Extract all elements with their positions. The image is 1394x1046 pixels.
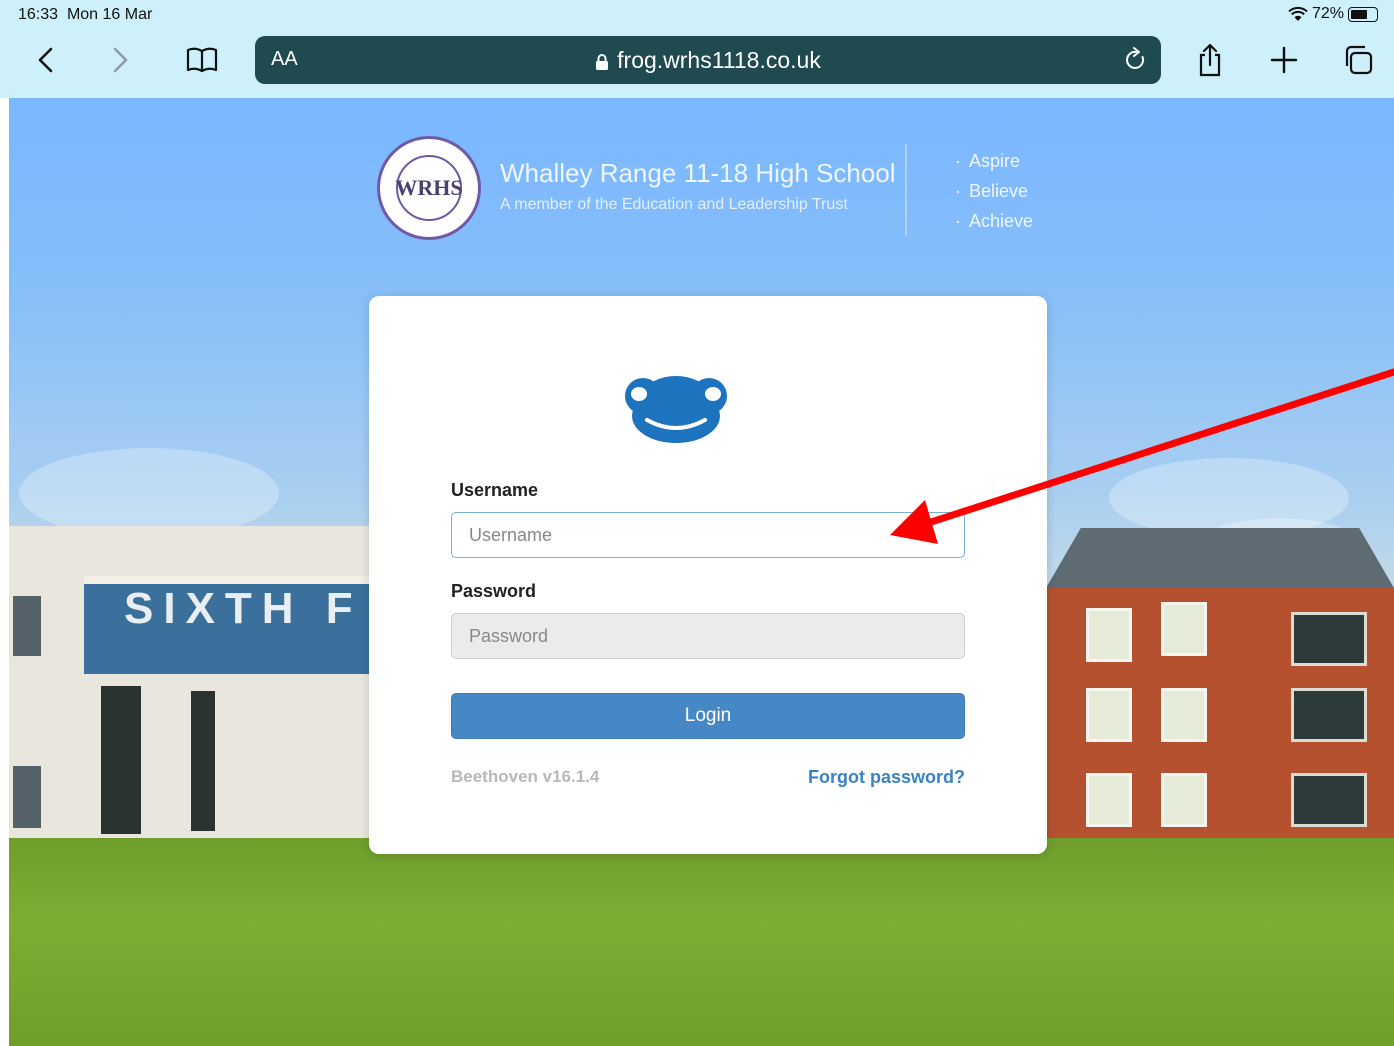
login-card: Username Password Login Beethoven v16.1.… [369, 296, 1047, 854]
browser-toolbar: AA frog.wrhs1118.co.uk [0, 30, 1394, 98]
crest-monogram: WRHS [395, 155, 463, 221]
web-page: SIXTH F WRHS Whalley Range 11-18 High Sc… [9, 98, 1394, 1046]
status-time: 16:33 Mon 16 Mar [18, 6, 152, 24]
status-indicators: 72% [1288, 5, 1378, 23]
url-field[interactable]: frog.wrhs1118.co.uk [255, 47, 1161, 74]
lock-icon [596, 53, 609, 70]
wifi-icon [1288, 6, 1308, 21]
back-icon[interactable] [26, 40, 66, 80]
share-icon[interactable] [1190, 40, 1230, 80]
time: 16:33 [18, 6, 59, 23]
school-header: WRHS Whalley Range 11-18 High School A m… [375, 136, 1065, 246]
background-cloud [19, 448, 279, 538]
password-input[interactable] [451, 613, 965, 659]
bookmarks-icon[interactable] [182, 40, 222, 80]
status-bar: 16:33 Mon 16 Mar 72% [0, 0, 1394, 30]
reload-icon[interactable] [1123, 45, 1149, 75]
username-input[interactable] [451, 512, 965, 558]
password-label: Password [451, 581, 537, 601]
motto-item: Believe [955, 176, 1033, 206]
header-divider [905, 144, 907, 236]
tabs-icon[interactable] [1338, 40, 1378, 80]
grass-field [9, 838, 1394, 1046]
url-text: frog.wrhs1118.co.uk [617, 47, 821, 73]
forgot-password-link[interactable]: Forgot password? [808, 767, 965, 788]
school-motto: Aspire Believe Achieve [955, 146, 1033, 236]
new-tab-icon[interactable] [1264, 40, 1304, 80]
building-sign: SIXTH F [124, 584, 363, 633]
brick-building [1046, 528, 1394, 853]
school-subtitle: A member of the Education and Leadership… [500, 196, 848, 213]
battery-icon [1348, 6, 1378, 22]
username-label: Username [451, 480, 539, 500]
version-text: Beethoven v16.1.4 [451, 767, 600, 786]
address-bar[interactable]: AA frog.wrhs1118.co.uk [255, 36, 1161, 84]
school-name: Whalley Range 11-18 High School [500, 158, 896, 188]
forward-icon[interactable] [100, 40, 140, 80]
login-button[interactable]: Login [451, 693, 965, 739]
date: Mon 16 Mar [66, 6, 153, 23]
motto-item: Aspire [955, 146, 1033, 176]
motto-item: Achieve [955, 206, 1033, 236]
battery-percent: 72% [1311, 5, 1344, 22]
sixth-form-building: SIXTH F [9, 526, 389, 838]
school-crest-logo: WRHS [377, 136, 481, 240]
frog-logo [625, 376, 727, 443]
